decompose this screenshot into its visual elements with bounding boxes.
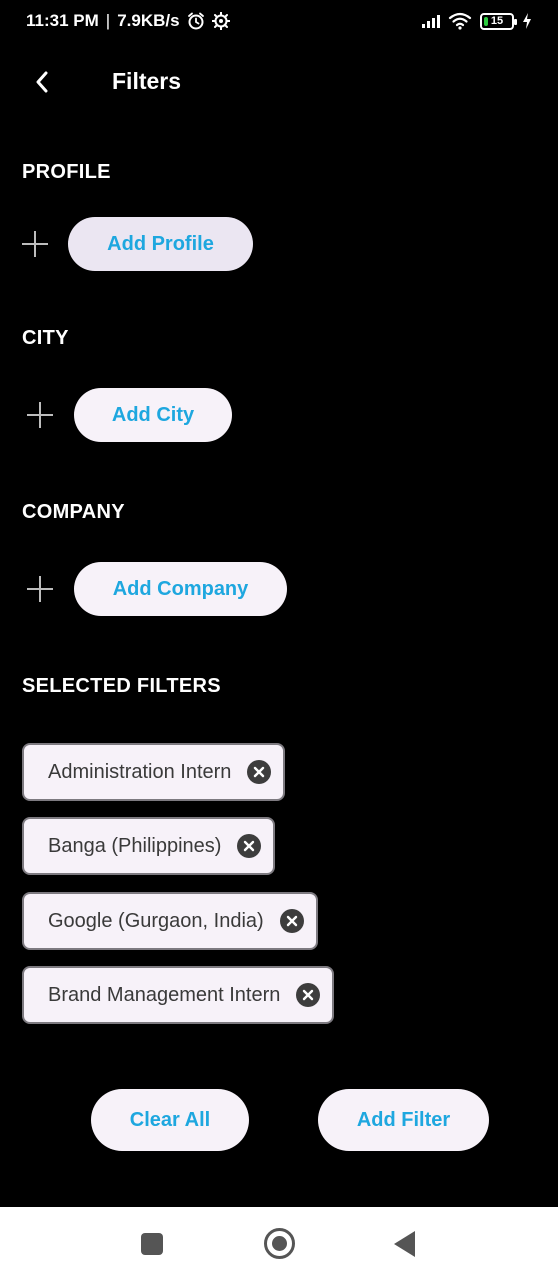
profile-section-title: PROFILE bbox=[22, 161, 111, 183]
add-company-plus-icon[interactable] bbox=[27, 576, 53, 602]
battery-level-fill bbox=[484, 16, 488, 26]
company-section-title: COMPANY bbox=[22, 501, 125, 523]
app-header: Filters bbox=[0, 56, 558, 108]
filter-chip-label: Google (Gurgaon, India) bbox=[48, 909, 264, 932]
filter-chip: Banga (Philippines) bbox=[22, 817, 276, 875]
settings-icon bbox=[211, 11, 231, 31]
add-filter-button[interactable]: Add Filter bbox=[318, 1089, 489, 1151]
wifi-icon bbox=[448, 12, 472, 30]
recent-apps-icon[interactable] bbox=[141, 1233, 163, 1255]
remove-filter-icon[interactable] bbox=[237, 834, 262, 858]
filter-chip-label: Administration Intern bbox=[48, 760, 232, 783]
add-profile-plus-icon[interactable] bbox=[22, 231, 48, 257]
filters-screen: 11:31 PM | 7.9KB/s 15 Filters PROFILE Ad… bbox=[0, 0, 558, 1280]
page-title: Filters bbox=[112, 68, 182, 94]
filter-chip-label: Banga (Philippines) bbox=[48, 834, 222, 857]
status-right: 15 bbox=[422, 12, 532, 30]
selected-filters-title: SELECTED FILTERS bbox=[22, 675, 221, 697]
filter-chip: Google (Gurgaon, India) bbox=[22, 892, 318, 950]
add-city-plus-icon[interactable] bbox=[27, 402, 53, 428]
filter-chip-label: Brand Management Intern bbox=[48, 983, 281, 1006]
status-separator: | bbox=[105, 11, 111, 30]
back-button[interactable] bbox=[28, 68, 56, 96]
chevron-left-icon bbox=[34, 71, 50, 93]
charging-icon bbox=[522, 13, 532, 29]
status-left: 11:31 PM | 7.9KB/s bbox=[26, 11, 231, 31]
home-icon[interactable] bbox=[264, 1228, 295, 1259]
clear-all-button[interactable]: Clear All bbox=[91, 1089, 249, 1151]
add-city-button[interactable]: Add City bbox=[74, 388, 232, 442]
battery-percentage: 15 bbox=[490, 15, 504, 27]
home-icon-inner bbox=[272, 1236, 287, 1251]
system-navigation-bar bbox=[0, 1207, 558, 1280]
remove-filter-icon[interactable] bbox=[247, 760, 272, 784]
battery-icon: 15 bbox=[480, 12, 517, 30]
filter-chip: Brand Management Intern bbox=[22, 966, 335, 1024]
status-bar: 11:31 PM | 7.9KB/s 15 bbox=[0, 0, 558, 42]
network-speed: 7.9KB/s bbox=[117, 11, 180, 30]
alarm-icon bbox=[187, 12, 205, 30]
nav-back-icon[interactable] bbox=[394, 1231, 415, 1257]
add-profile-button[interactable]: Add Profile bbox=[68, 217, 253, 271]
city-section-title: CITY bbox=[22, 327, 69, 349]
remove-filter-icon[interactable] bbox=[296, 983, 321, 1007]
remove-filter-icon[interactable] bbox=[279, 909, 304, 933]
add-company-button[interactable]: Add Company bbox=[74, 562, 287, 616]
filter-chip: Administration Intern bbox=[22, 743, 286, 801]
signal-icon bbox=[422, 14, 440, 28]
status-time: 11:31 PM bbox=[26, 11, 99, 30]
